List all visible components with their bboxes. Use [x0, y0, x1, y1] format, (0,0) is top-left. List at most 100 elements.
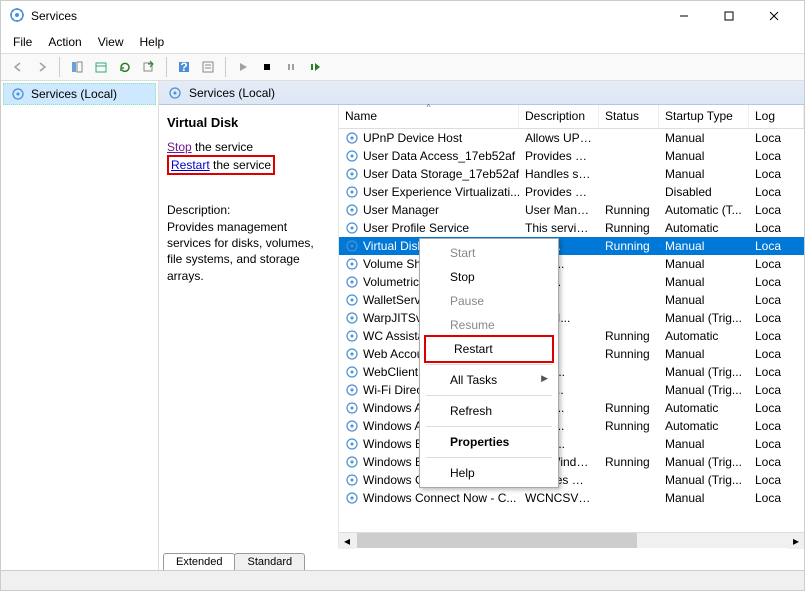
service-icon: [345, 293, 359, 307]
menu-action[interactable]: Action: [40, 33, 89, 51]
service-list: Name^ Description Status Startup Type Lo…: [339, 105, 804, 548]
ctx-help[interactable]: Help: [422, 461, 556, 485]
service-logon-cell: Loca: [749, 149, 804, 163]
service-logon-cell: Loca: [749, 329, 804, 343]
ctx-pause[interactable]: Pause: [422, 289, 556, 313]
service-row[interactable]: User Profile ServiceThis service ...Runn…: [339, 219, 804, 237]
menu-help[interactable]: Help: [132, 33, 173, 51]
ctx-all-tasks[interactable]: All Tasks: [422, 368, 556, 392]
service-logon-cell: Loca: [749, 293, 804, 307]
service-startup-cell: Manual: [659, 257, 749, 271]
pause-service-button[interactable]: [280, 56, 302, 78]
ctx-refresh[interactable]: Refresh: [422, 399, 556, 423]
selected-service-name: Virtual Disk: [167, 115, 330, 130]
service-row[interactable]: WalletServicebjec...ManualLoca: [339, 291, 804, 309]
service-desc-cell: WCNCSVC ...: [519, 491, 599, 505]
export-button[interactable]: [138, 56, 160, 78]
ctx-restart[interactable]: Restart: [426, 337, 552, 361]
menu-file[interactable]: File: [5, 33, 40, 51]
refresh-button[interactable]: [114, 56, 136, 78]
service-desc-cell: This service ...: [519, 221, 599, 235]
service-startup-cell: Manual: [659, 437, 749, 451]
service-row[interactable]: Wi-Fi Direct Serviceses co...Manual (Tri…: [339, 381, 804, 399]
service-logon-cell: Loca: [749, 185, 804, 199]
service-row[interactable]: User Data Access_17eb52afProvides ap...M…: [339, 147, 804, 165]
service-row[interactable]: Volume Shadow Copyes an...ManualLoca: [339, 255, 804, 273]
help-button[interactable]: ?: [173, 56, 195, 78]
stop-service-link[interactable]: Stop: [167, 140, 192, 154]
service-logon-cell: Loca: [749, 131, 804, 145]
service-row[interactable]: Windows Audio Endpointes au...RunningAut…: [339, 417, 804, 435]
services-icon: [167, 85, 183, 101]
service-row[interactable]: UPnP Device HostAllows UPn...ManualLoca: [339, 129, 804, 147]
service-name-cell: User Data Access_17eb52af: [363, 149, 515, 163]
column-headers: Name^ Description Status Startup Type Lo…: [339, 105, 804, 129]
service-startup-cell: Manual (Trig...: [659, 311, 749, 325]
tab-standard[interactable]: Standard: [234, 553, 305, 570]
forward-button[interactable]: [31, 56, 53, 78]
col-description[interactable]: Description: [519, 105, 599, 128]
service-logon-cell: Loca: [749, 257, 804, 271]
detail-pane: Virtual Disk Stop the service Restart th…: [159, 105, 339, 548]
close-button[interactable]: [751, 1, 796, 31]
status-bar: [1, 570, 804, 590]
export-list-button[interactable]: [90, 56, 112, 78]
service-icon: [345, 455, 359, 469]
service-row[interactable]: Virtual Diskes m...RunningManualLoca: [339, 237, 804, 255]
service-row[interactable]: Windows Camera Frame Se...Enables mul...…: [339, 471, 804, 489]
col-log-on-as[interactable]: Log: [749, 105, 804, 128]
service-row[interactable]: Windows Connect Now - C...WCNCSVC ...Man…: [339, 489, 804, 507]
service-row[interactable]: User Data Storage_17eb52afHandles sto...…: [339, 165, 804, 183]
service-row[interactable]: Windows Biometric ServiceThe Windo...Run…: [339, 453, 804, 471]
show-hide-tree-button[interactable]: [66, 56, 88, 78]
service-status-cell: Running: [599, 455, 659, 469]
restart-service-link[interactable]: Restart: [171, 158, 210, 172]
minimize-button[interactable]: [661, 1, 706, 31]
restart-service-button[interactable]: [304, 56, 326, 78]
service-status-cell: Running: [599, 203, 659, 217]
ctx-start[interactable]: Start: [422, 241, 556, 265]
service-row[interactable]: WarpJITSvces a JI...Manual (Trig...Loca: [339, 309, 804, 327]
start-service-button[interactable]: [232, 56, 254, 78]
service-row[interactable]: User ManagerUser Manag...RunningAutomati…: [339, 201, 804, 219]
col-startup-type[interactable]: Startup Type: [659, 105, 749, 128]
col-status[interactable]: Status: [599, 105, 659, 128]
window-title: Services: [31, 9, 661, 23]
service-icon: [345, 149, 359, 163]
service-name-cell: WebClient: [363, 365, 418, 379]
service-row[interactable]: Volumetric Audiopatia...ManualLoca: [339, 273, 804, 291]
horizontal-scrollbar[interactable]: ◂▸: [339, 532, 804, 548]
service-icon: [345, 185, 359, 199]
service-icon: [345, 239, 359, 253]
ctx-resume[interactable]: Resume: [422, 313, 556, 337]
back-button[interactable]: [7, 56, 29, 78]
service-row[interactable]: WC Assistantare ...RunningAutomaticLoca: [339, 327, 804, 345]
menu-bar: File Action View Help: [1, 31, 804, 53]
service-row[interactable]: Windows Backupes Wi...ManualLoca: [339, 435, 804, 453]
service-startup-cell: Manual: [659, 491, 749, 505]
col-name[interactable]: Name^: [339, 105, 519, 128]
service-name-cell: Virtual Disk: [363, 239, 423, 253]
service-icon: [345, 365, 359, 379]
service-row[interactable]: Windows Audioes au...RunningAutomaticLoc…: [339, 399, 804, 417]
service-row[interactable]: Web Account Managervice ...RunningManual…: [339, 345, 804, 363]
stop-service-button[interactable]: [256, 56, 278, 78]
properties-button[interactable]: [197, 56, 219, 78]
right-header: Services (Local): [159, 81, 804, 105]
description-text: Provides management services for disks, …: [167, 219, 330, 284]
service-row[interactable]: WebClients Win...Manual (Trig...Loca: [339, 363, 804, 381]
ctx-properties[interactable]: Properties: [422, 430, 556, 454]
ctx-stop[interactable]: Stop: [422, 265, 556, 289]
maximize-button[interactable]: [706, 1, 751, 31]
service-icon: [345, 131, 359, 145]
service-startup-cell: Disabled: [659, 185, 749, 199]
tab-extended[interactable]: Extended: [163, 553, 235, 570]
service-status-cell: Running: [599, 239, 659, 253]
service-startup-cell: Manual: [659, 167, 749, 181]
service-row[interactable]: User Experience Virtualizati...Provides …: [339, 183, 804, 201]
service-icon: [345, 347, 359, 361]
tree-node-services-local[interactable]: Services (Local): [3, 83, 156, 105]
service-desc-cell: Provides ap...: [519, 149, 599, 163]
menu-view[interactable]: View: [90, 33, 132, 51]
service-desc-cell: Provides su...: [519, 185, 599, 199]
